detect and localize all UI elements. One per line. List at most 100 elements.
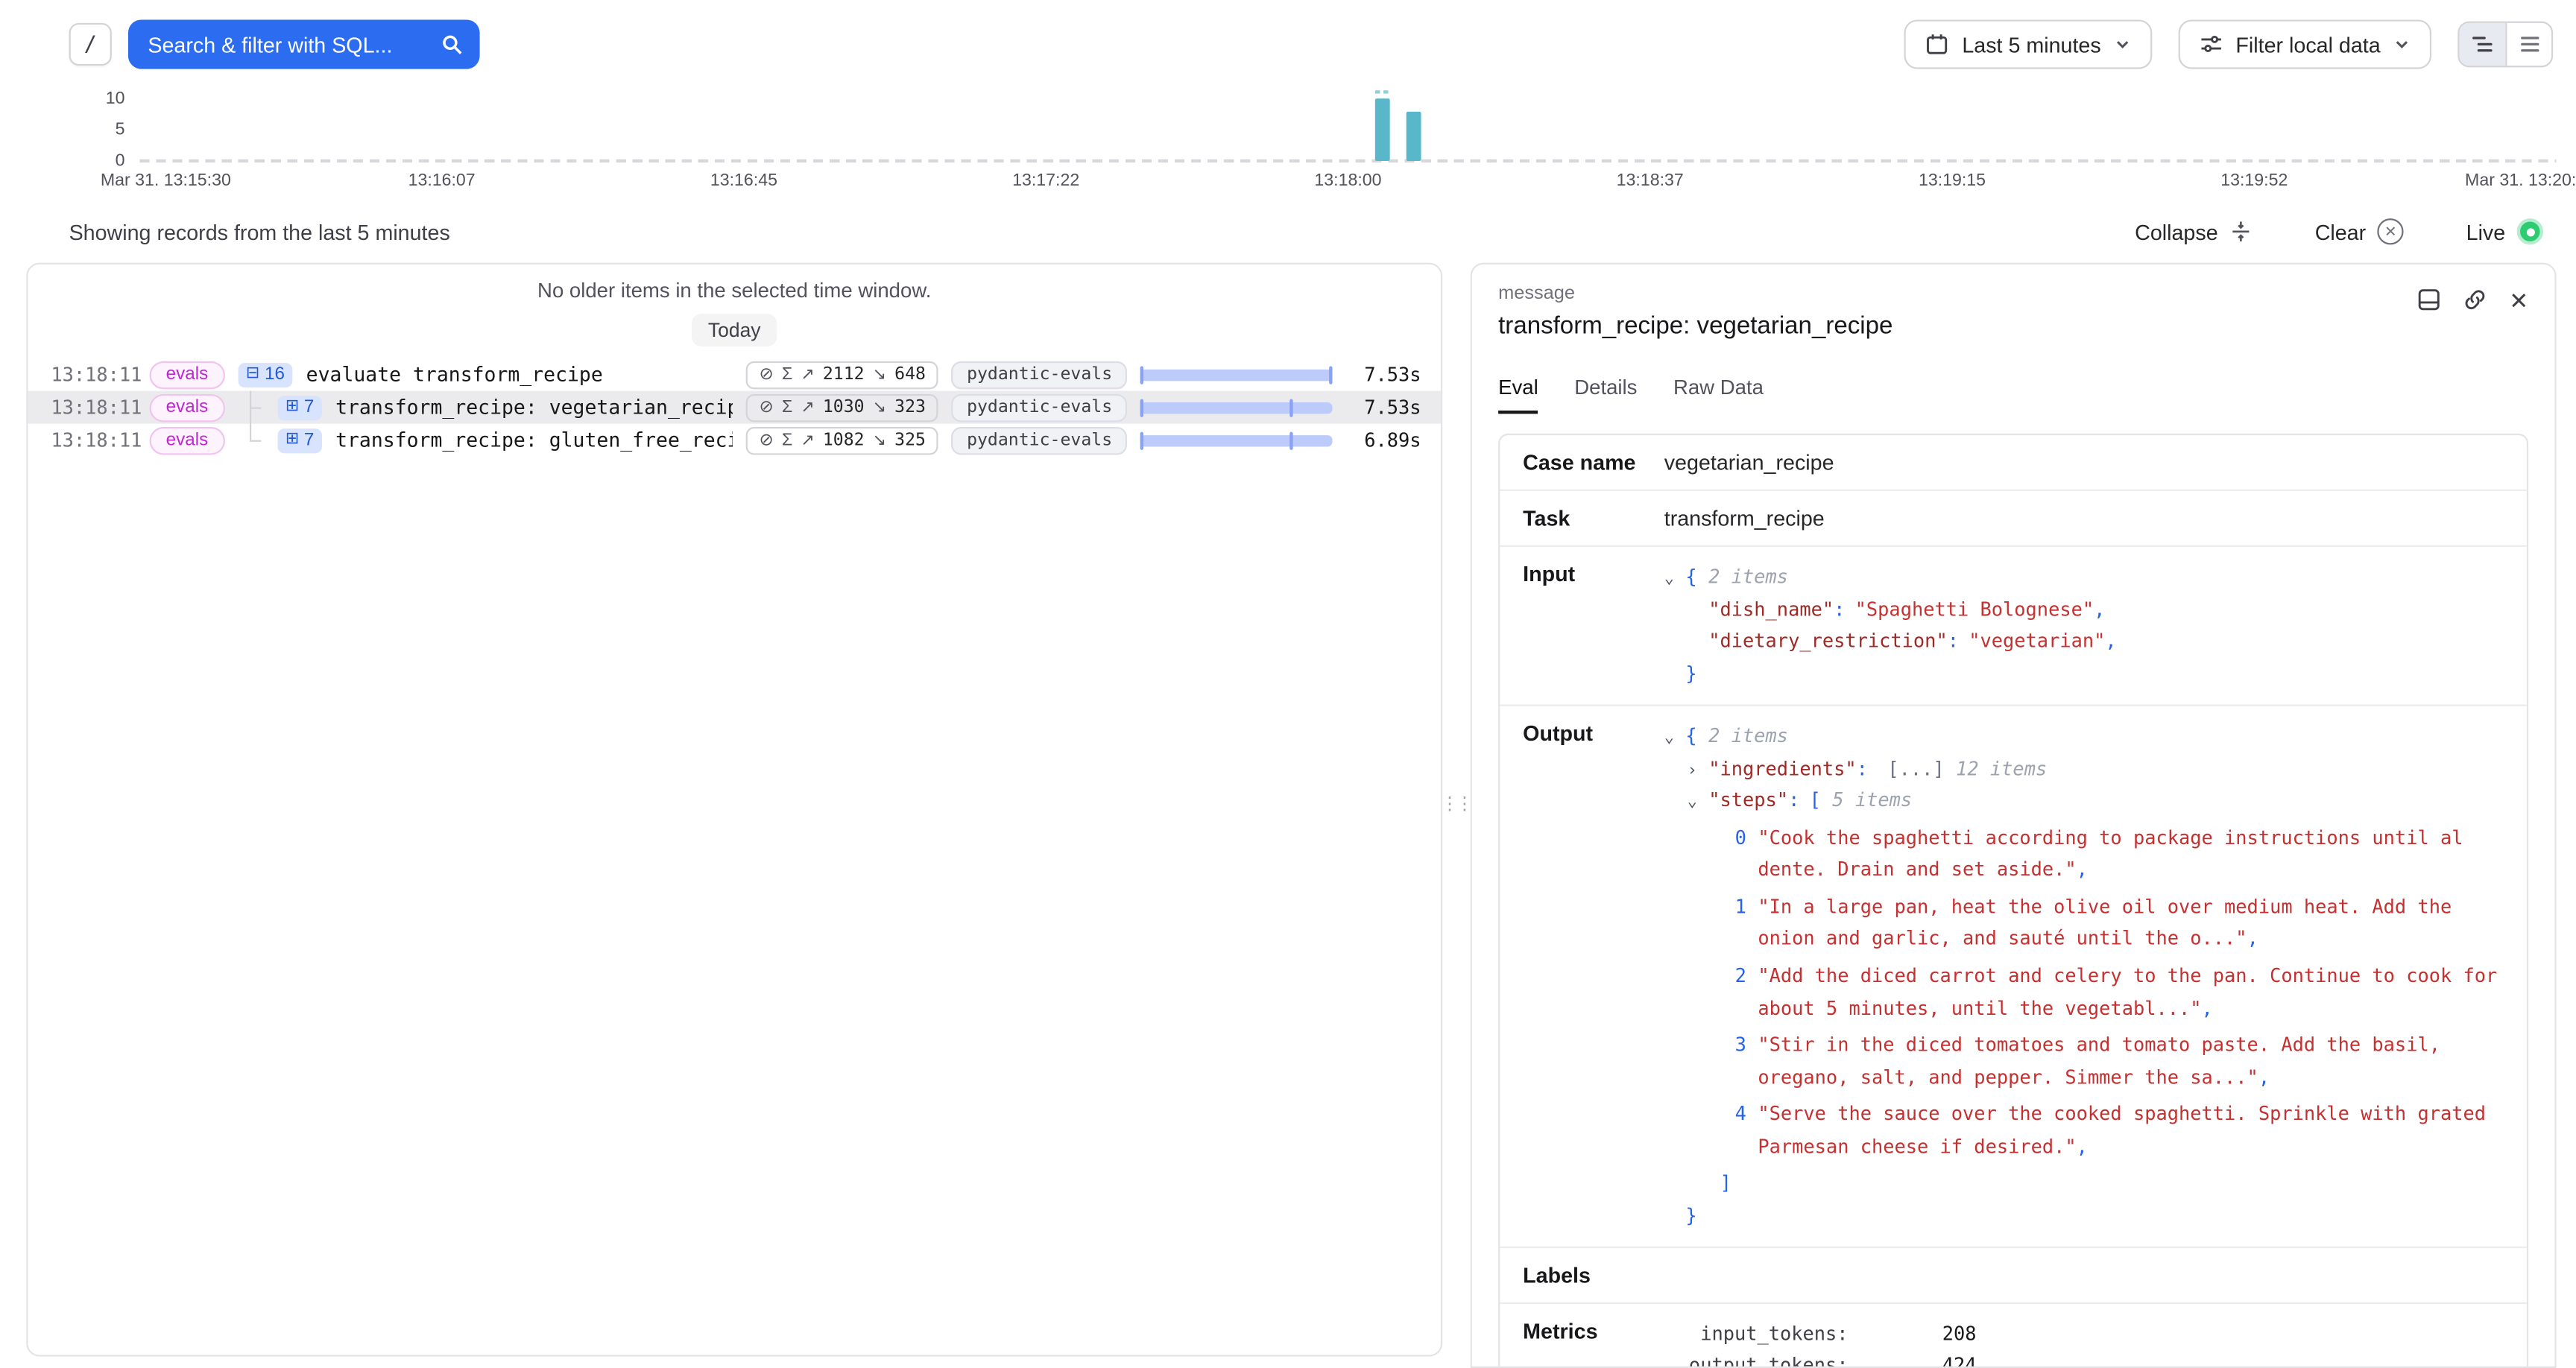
close-panel-button[interactable]: ✕ bbox=[2509, 288, 2528, 311]
top-toolbar: / Search & filter with SQL... Last 5 min… bbox=[69, 19, 2554, 69]
list-view-icon bbox=[2518, 33, 2541, 56]
collapse-toggle-icon[interactable]: ⌄ bbox=[1664, 724, 1686, 752]
panel-resize-handle[interactable]: ⋮⋮ bbox=[1446, 785, 1465, 821]
y-tick-label: 0 bbox=[66, 151, 124, 171]
link-icon bbox=[2463, 288, 2488, 312]
expand-toggle[interactable]: ⊞7 bbox=[277, 428, 323, 452]
output-json-viewer: ⌄{2 items ›"ingredients":[...]12 items ⌄… bbox=[1664, 721, 2504, 1232]
histogram-plot[interactable] bbox=[139, 98, 2556, 161]
sigma-icon: Σ bbox=[782, 397, 792, 417]
detail-panel: message transform_recipe: vegetarian_rec… bbox=[1471, 263, 2557, 1368]
step-index: 3 bbox=[1720, 1030, 1746, 1094]
output-tokens-count: 325 bbox=[894, 430, 926, 449]
x-tick-label: 13:19:52 bbox=[2220, 171, 2288, 190]
tokens-chip: ⊘ Σ ↗1082 ↘325 bbox=[746, 426, 939, 454]
metrics-table: input_tokens:208 output_tokens:424 reque… bbox=[1664, 1320, 1977, 1368]
tag-icon: ⊘ bbox=[760, 364, 774, 384]
view-mode-toggle bbox=[2457, 22, 2553, 68]
duration-text: 7.53s bbox=[1345, 396, 1421, 419]
tag-icon: ⊘ bbox=[760, 430, 774, 449]
time-range-dropdown[interactable]: Last 5 minutes bbox=[1904, 19, 2152, 69]
labels-row: Labels bbox=[1500, 1249, 2527, 1305]
json-string-value: "Spaghetti Bolognese" bbox=[1855, 597, 2094, 620]
close-icon: ✕ bbox=[2509, 288, 2528, 311]
filter-label: Filter local data bbox=[2235, 32, 2380, 57]
filter-icon bbox=[2200, 33, 2223, 56]
slash-shortcut-key[interactable]: / bbox=[69, 23, 112, 66]
span-label[interactable]: transform_recipe: gluten_free_recipe bbox=[335, 428, 733, 452]
expand-toggle[interactable]: ⊟ 16 bbox=[238, 362, 293, 387]
expand-square-icon: ⊞ bbox=[285, 399, 299, 416]
collapsed-array[interactable]: [...] bbox=[1887, 756, 1944, 779]
live-toggle-button[interactable]: Live bbox=[2456, 217, 2553, 247]
time-range-label: Last 5 minutes bbox=[1962, 32, 2100, 57]
output-tokens-arrow-icon: ↘ bbox=[873, 398, 886, 416]
collapse-label: Collapse bbox=[2135, 219, 2218, 244]
step-item: 3"Stir in the diced tomatoes and tomato … bbox=[1664, 1030, 2504, 1094]
input-row: Input ⌄{2 items "dish_name":"Spaghetti B… bbox=[1500, 547, 2527, 706]
histogram-bar[interactable] bbox=[1406, 112, 1421, 161]
package-badge[interactable]: pydantic-evals bbox=[952, 361, 1127, 388]
expand-toggle-icon[interactable]: › bbox=[1688, 756, 1709, 784]
clear-label: Clear bbox=[2315, 219, 2366, 244]
tab-eval[interactable]: Eval bbox=[1498, 376, 1538, 414]
step-item: 2"Add the diced carrot and celery to the… bbox=[1664, 960, 2504, 1025]
input-label: Input bbox=[1523, 562, 1664, 690]
child-count: 16 bbox=[265, 364, 285, 385]
task-value: transform_recipe bbox=[1664, 506, 1825, 531]
trace-row-evaluate[interactable]: 13:18:11 evals ⊟16 evaluate transform_re… bbox=[28, 358, 1441, 390]
input-tokens-arrow-icon: ↗ bbox=[801, 365, 814, 383]
day-pill[interactable]: Today bbox=[692, 314, 777, 346]
clear-button[interactable]: Clear ✕ bbox=[2305, 217, 2414, 247]
step-text: "Add the diced carrot and celery to the … bbox=[1758, 960, 2504, 1025]
package-badge[interactable]: pydantic-evals bbox=[952, 426, 1127, 454]
package-badge[interactable]: pydantic-evals bbox=[952, 393, 1127, 421]
sigma-icon: Σ bbox=[782, 364, 792, 384]
steps-list: 0"Cook the spaghetti according to packag… bbox=[1664, 823, 2504, 1163]
scope-badge[interactable]: evals bbox=[150, 361, 225, 388]
span-label[interactable]: evaluate transform_recipe bbox=[306, 363, 733, 386]
scope-badge[interactable]: evals bbox=[150, 393, 225, 421]
tab-raw-data[interactable]: Raw Data bbox=[1673, 376, 1764, 414]
items-hint: 5 items bbox=[1832, 789, 1912, 812]
tab-details[interactable]: Details bbox=[1574, 376, 1637, 414]
dock-panel-icon bbox=[2417, 288, 2442, 312]
json-key: "dish_name" bbox=[1708, 597, 1834, 620]
expand-square-icon: ⊞ bbox=[285, 432, 299, 449]
record-kind-label: message bbox=[1498, 284, 1892, 303]
tree-view-button[interactable] bbox=[2460, 23, 2506, 66]
search-icon bbox=[441, 33, 464, 56]
case-name-label: Case name bbox=[1523, 450, 1664, 475]
copy-link-button[interactable] bbox=[2463, 288, 2488, 312]
collapse-icon bbox=[2229, 220, 2253, 243]
list-view-button[interactable] bbox=[2505, 23, 2551, 66]
filter-local-data-dropdown[interactable]: Filter local data bbox=[2178, 19, 2431, 69]
dock-panel-button[interactable] bbox=[2417, 288, 2442, 312]
trace-timestamp: 13:18:11 bbox=[51, 396, 136, 419]
input-tokens-arrow-icon: ↗ bbox=[801, 431, 814, 449]
search-button[interactable]: Search & filter with SQL... bbox=[128, 19, 480, 69]
scope-badge[interactable]: evals bbox=[150, 426, 225, 454]
span-label[interactable]: transform_recipe: vegetarian_recipe bbox=[335, 396, 733, 419]
trace-rows: 13:18:11 evals ⊟ 16 evaluate transform_re… bbox=[28, 358, 1441, 456]
collapse-square-icon: ⊟ bbox=[246, 367, 259, 383]
tag-icon: ⊘ bbox=[760, 397, 774, 417]
collapse-toggle-icon[interactable]: ⌄ bbox=[1688, 789, 1709, 817]
json-key: "dietary_restriction" bbox=[1708, 629, 1947, 652]
trace-row-vegetarian[interactable]: 13:18:11 evals ⊞7 transform_recipe: vege… bbox=[28, 391, 1441, 424]
expand-toggle[interactable]: ⊞7 bbox=[277, 395, 323, 419]
metrics-row: Metrics input_tokens:208 output_tokens:4… bbox=[1500, 1305, 2527, 1368]
x-tick-label: Mar 31. 13:15:30 bbox=[101, 171, 231, 190]
showing-records-text: Showing records from the last 5 minutes bbox=[69, 219, 450, 244]
live-label: Live bbox=[2466, 219, 2506, 244]
collapse-button[interactable]: Collapse bbox=[2125, 218, 2262, 245]
tree-view-icon bbox=[2471, 33, 2494, 56]
step-text: "In a large pan, heat the olive oil over… bbox=[1758, 892, 2504, 956]
records-histogram[interactable]: 10 5 0 Mar 31. 13:15:30 13:16:07 13:16:4… bbox=[0, 89, 2576, 187]
case-name-row: Case name vegetarian_recipe bbox=[1500, 435, 2527, 491]
output-label: Output bbox=[1523, 721, 1664, 1232]
histogram-bar[interactable] bbox=[1374, 98, 1389, 161]
step-index: 0 bbox=[1720, 823, 1746, 887]
trace-row-gluten-free[interactable]: 13:18:11 evals ⊞7 transform_recipe: glut… bbox=[28, 424, 1441, 457]
collapse-toggle-icon[interactable]: ⌄ bbox=[1664, 565, 1686, 592]
